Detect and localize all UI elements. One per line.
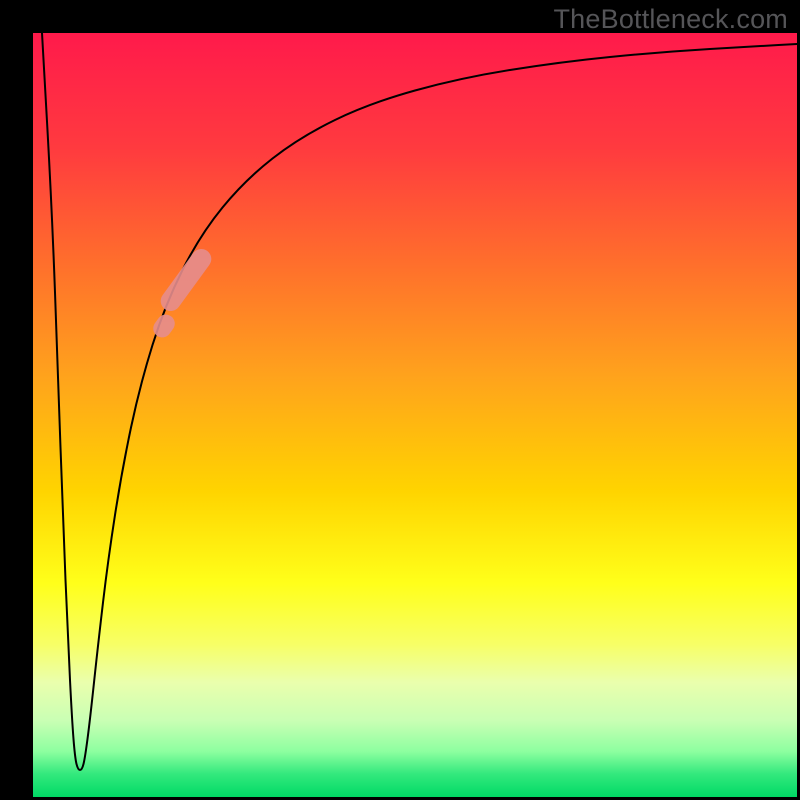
chart-frame: TheBottleneck.com — [0, 0, 800, 800]
bottleneck-chart — [0, 0, 800, 800]
watermark-text: TheBottleneck.com — [553, 4, 788, 35]
chart-plot-area — [33, 33, 797, 797]
